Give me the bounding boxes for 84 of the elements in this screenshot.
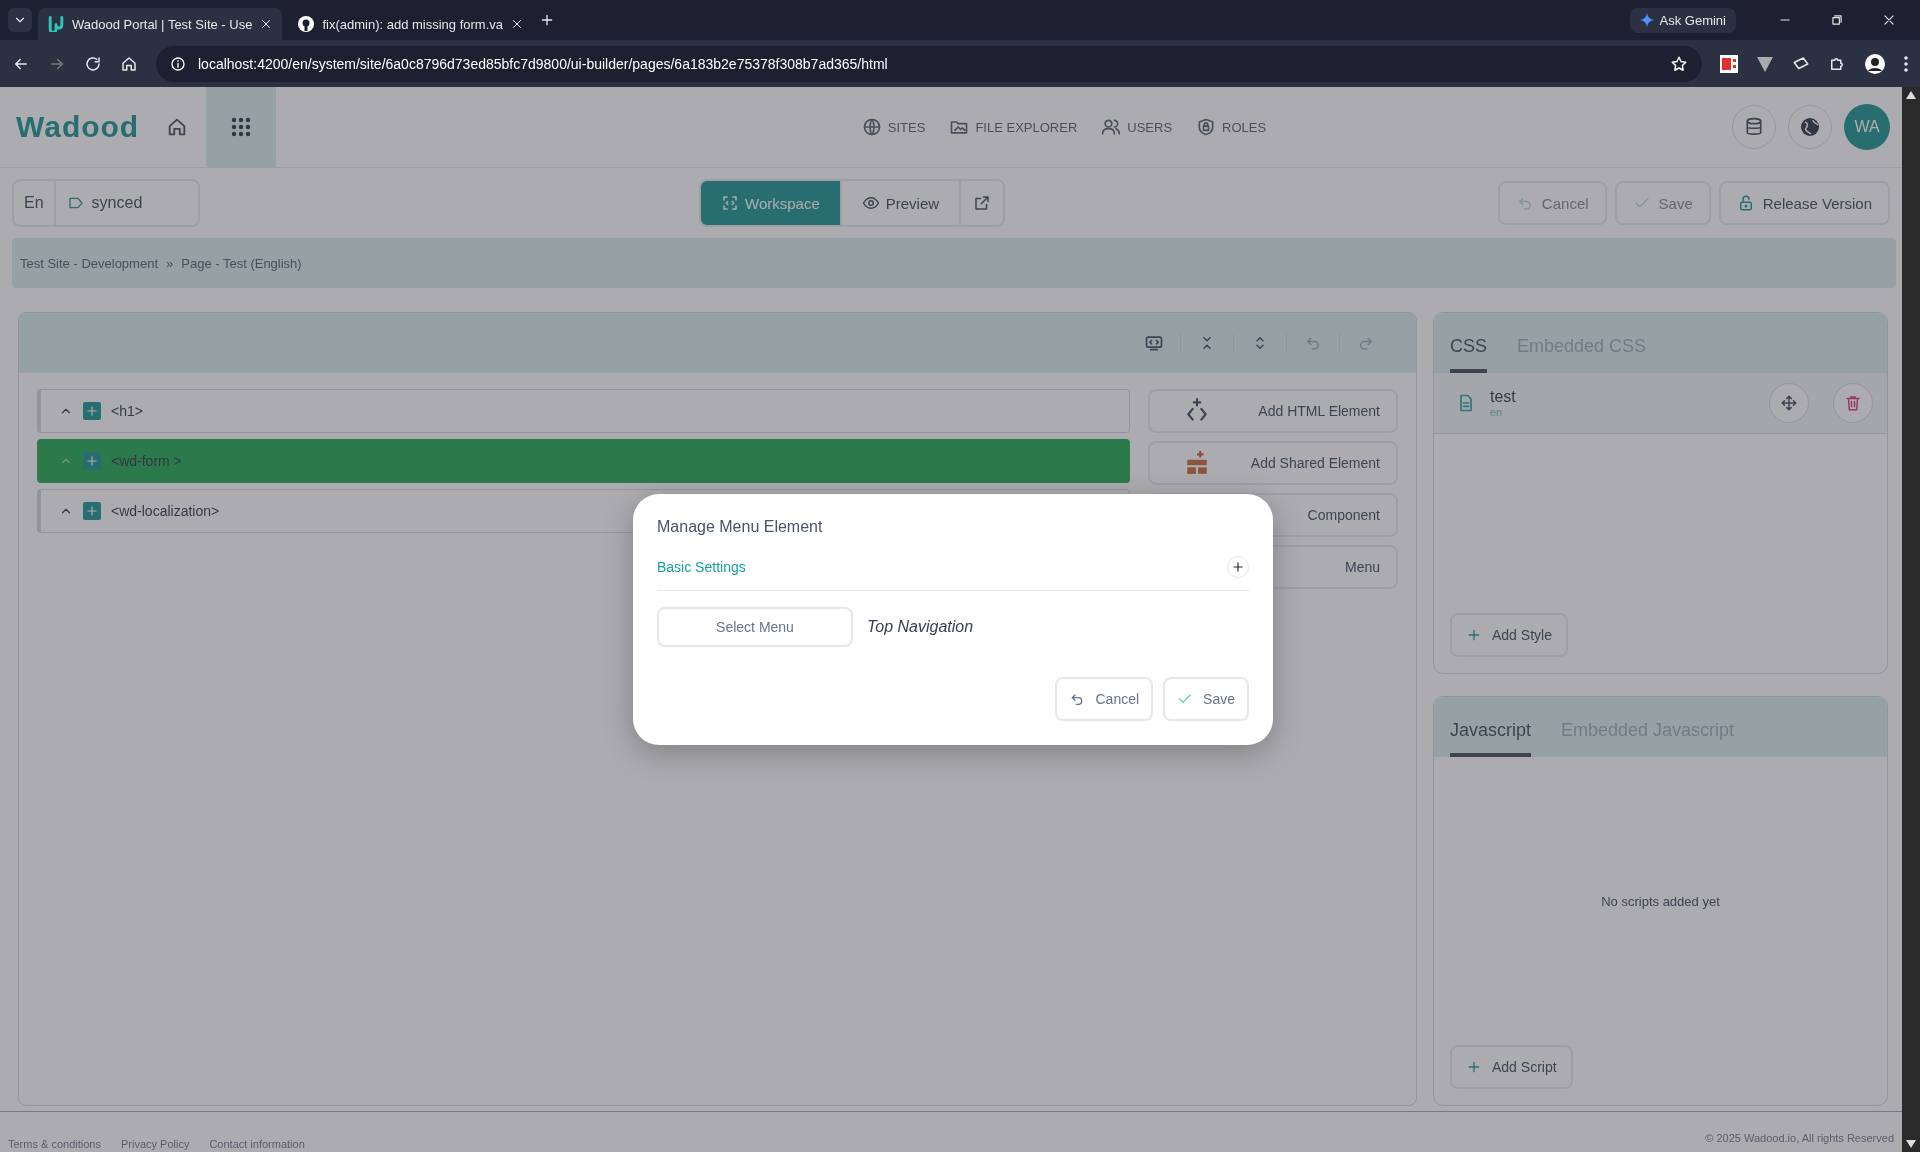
scrollbar[interactable] <box>1902 87 1920 1152</box>
add-style-button[interactable]: Add Style <box>1450 613 1568 657</box>
star-icon <box>1670 54 1688 73</box>
close-icon <box>260 18 273 30</box>
tab-list-button[interactable] <box>8 8 32 32</box>
element-tag: <wd-form > <box>111 453 182 469</box>
globe-icon <box>861 117 882 137</box>
file-name: test <box>1490 388 1516 406</box>
panel-tab[interactable]: Javascript <box>1450 719 1532 757</box>
delete-button[interactable] <box>1833 383 1873 423</box>
restore-icon <box>1830 13 1844 27</box>
database-icon <box>1744 117 1764 137</box>
user-avatar[interactable]: WA <box>1844 104 1890 150</box>
element-tag: <h1> <box>111 403 143 419</box>
plus-icon <box>1466 627 1482 643</box>
code-plus-icon <box>1184 398 1210 424</box>
home-icon <box>166 116 188 138</box>
selected-menu: Top Navigation <box>867 618 974 636</box>
plus-icon <box>1466 1059 1482 1075</box>
home-icon <box>120 54 138 73</box>
breadcrumb-separator: » <box>166 255 174 271</box>
language-label[interactable]: En <box>14 181 56 225</box>
nav-link[interactable]: ROLES <box>1196 117 1267 137</box>
nav-link[interactable]: USERS <box>1101 117 1173 137</box>
stylesheet-item[interactable]: test en <box>1434 373 1887 434</box>
scroll-up-icon[interactable] <box>1906 91 1916 99</box>
plus-icon <box>85 504 99 518</box>
browser-tab[interactable]: Wadood Portal | Test Site - Use <box>38 8 283 40</box>
plus-icon <box>85 454 99 468</box>
footer-link[interactable]: Terms & conditions <box>8 1138 101 1150</box>
sync-status: synced <box>55 181 155 225</box>
section-title[interactable]: Basic Settings <box>657 559 746 575</box>
dialog-button[interactable]: Save <box>1163 677 1249 721</box>
logo[interactable]: Wadood <box>16 110 166 144</box>
shield-icon <box>1196 117 1217 137</box>
wave-logo-icon <box>48 16 64 32</box>
eye-icon <box>861 194 880 212</box>
plus-icon <box>85 404 99 418</box>
breadcrumb-item: Page - Test (English) <box>181 255 302 271</box>
blocks-plus-icon <box>1184 450 1210 476</box>
move-button[interactable] <box>1769 383 1809 423</box>
footer-link[interactable]: Privacy Policy <box>120 1138 190 1150</box>
focus-icon <box>721 194 739 212</box>
add-script-button[interactable]: Add Script <box>1450 1045 1573 1089</box>
profile-avatar-icon[interactable] <box>1864 52 1886 75</box>
users-icon <box>1101 117 1122 137</box>
tree-row[interactable]: <h1> <box>37 389 1130 433</box>
move-icon <box>1780 394 1798 412</box>
gemini-button[interactable]: Ask Gemini <box>1629 7 1736 33</box>
scroll-down-icon[interactable] <box>1906 1140 1916 1148</box>
v-shape-icon[interactable] <box>1756 54 1774 73</box>
select-menu-button[interactable]: Select Menu <box>657 607 853 647</box>
toolbar-button[interactable]: Release Version <box>1718 181 1890 225</box>
external-link-icon <box>973 194 992 212</box>
more-icon[interactable] <box>1904 55 1908 72</box>
reload-icon <box>84 54 102 73</box>
tree-row[interactable]: <wd-form > <box>37 439 1130 483</box>
empty-message: No scripts added yet <box>1601 893 1720 909</box>
dialog-button[interactable]: Cancel <box>1055 677 1154 721</box>
trash-icon <box>1844 394 1862 412</box>
nav-link[interactable]: SITES <box>861 117 926 137</box>
extension-icon[interactable] <box>1720 54 1738 73</box>
nav-link[interactable]: FILE EXPLORER <box>949 117 1078 137</box>
globe-icon <box>1800 117 1820 137</box>
sparkle-icon <box>1639 13 1654 27</box>
screen-code-icon <box>1144 333 1164 353</box>
browser-tab[interactable]: fix(admin): add missing form.va <box>288 8 534 40</box>
close-icon <box>1882 13 1896 27</box>
view-tab[interactable]: Workspace <box>701 181 842 225</box>
add-element-button[interactable]: Add HTML Element <box>1148 389 1398 433</box>
expand-button[interactable] <box>1227 556 1249 578</box>
file-language: en <box>1490 406 1504 418</box>
copyright: © 2025 Wadood.io, All rights Reserved <box>1705 1132 1894 1144</box>
address-bar[interactable]: localhost:4200/en/system/site/6a0c8796d73ed85bfc7d9800/ui-builder/pages/6a183b2e75378f308b7ad365/html <box>156 45 1702 82</box>
element-tag: <wd-localization> <box>111 503 220 519</box>
info-icon <box>170 55 186 72</box>
add-element-button[interactable]: Add Shared Element <box>1148 441 1398 485</box>
tag-icon <box>67 195 84 211</box>
footer-link[interactable]: Contact information <box>209 1138 305 1150</box>
app-grid-icon[interactable] <box>231 117 251 137</box>
dialog-title: Manage Menu Element <box>657 518 824 536</box>
breadcrumb-link[interactable]: Test Site - Development <box>20 255 158 271</box>
close-icon <box>511 18 524 30</box>
plus-icon <box>1231 560 1245 574</box>
